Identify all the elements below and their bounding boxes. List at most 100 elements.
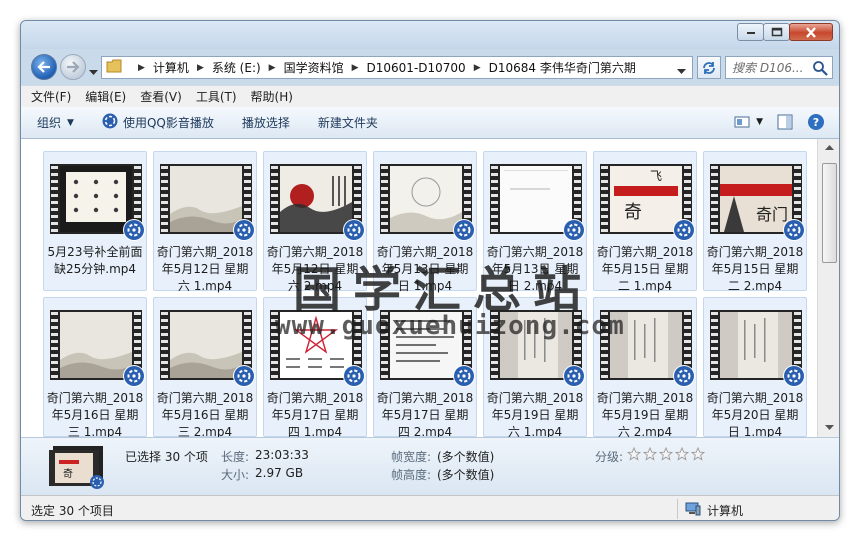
search-input[interactable]: 搜索 D106... bbox=[725, 56, 833, 79]
qq-player-icon bbox=[673, 365, 695, 387]
rating-label: 分级: bbox=[595, 450, 624, 464]
address-bar[interactable]: ▶ 计算机 ▶ 系统 (E:) ▶ 国学资料馆 ▶ D10601-D10700 … bbox=[101, 56, 693, 79]
video-thumbnail bbox=[50, 310, 145, 387]
file-item[interactable]: 奇门第六期_2018 年5月17日 星期四 1.mp4 bbox=[263, 297, 367, 437]
file-item[interactable]: 奇门第六期_2018 年5月19日 星期六 2.mp4 bbox=[593, 297, 697, 437]
video-thumbnail bbox=[380, 310, 475, 387]
scrollbar-thumb[interactable] bbox=[822, 163, 837, 263]
minimize-button[interactable] bbox=[737, 23, 764, 41]
folder-icon bbox=[106, 59, 122, 76]
status-location: 计算机 bbox=[685, 502, 743, 519]
refresh-icon bbox=[703, 61, 715, 74]
menu-help[interactable]: 帮助(H) bbox=[251, 88, 293, 105]
back-button[interactable] bbox=[31, 54, 57, 80]
star-icon[interactable] bbox=[658, 446, 674, 464]
file-item[interactable]: 奇门第六期_2018 年5月19日 星期六 1.mp4 bbox=[483, 297, 587, 437]
refresh-button[interactable] bbox=[697, 56, 721, 79]
star-icon[interactable] bbox=[674, 446, 690, 464]
file-item[interactable]: 奇门第六期_2018 年5月13日 星期日 2.mp4 bbox=[483, 151, 587, 293]
minimize-icon bbox=[746, 32, 755, 34]
star-icon[interactable] bbox=[626, 446, 642, 464]
scroll-down-icon[interactable] bbox=[825, 425, 834, 431]
svg-text:奇: 奇 bbox=[63, 467, 73, 480]
vertical-scrollbar[interactable] bbox=[817, 139, 839, 437]
menu-bar: 文件(F) 编辑(E) 查看(V) 工具(T) 帮助(H) bbox=[21, 85, 839, 107]
help-icon: ? bbox=[808, 114, 824, 130]
play-selection-button[interactable]: 播放选择 bbox=[242, 114, 290, 131]
frame-height-label: 帧高度: bbox=[391, 468, 432, 482]
caption-buttons bbox=[737, 23, 833, 41]
address-history-dropdown[interactable] bbox=[677, 64, 686, 78]
help-button[interactable]: ? bbox=[807, 113, 825, 131]
qq-player-icon bbox=[343, 219, 365, 241]
crumb-separator[interactable]: ▶ bbox=[474, 63, 481, 73]
crumb-current-folder[interactable]: D10684 李伟华奇门第六期 bbox=[489, 59, 636, 76]
preview-pane-button[interactable] bbox=[777, 114, 793, 130]
size-value: 2.97 GB bbox=[255, 466, 304, 480]
file-item[interactable]: 奇门第六期_2018 年5月12日 星期六 1.mp4 bbox=[153, 151, 257, 293]
menu-tools[interactable]: 工具(T) bbox=[196, 88, 237, 105]
star-icon[interactable] bbox=[690, 446, 706, 464]
menu-edit[interactable]: 编辑(E) bbox=[85, 88, 126, 105]
qq-player-icon bbox=[673, 219, 695, 241]
recent-pages-dropdown[interactable] bbox=[89, 65, 98, 79]
chevron-down-icon: ▼ bbox=[67, 117, 74, 128]
forward-button[interactable] bbox=[60, 54, 86, 80]
file-name: 奇门第六期_2018 年5月13日 星期日 2.mp4 bbox=[486, 245, 584, 293]
menu-view[interactable]: 查看(V) bbox=[140, 88, 182, 105]
frame-width-value: (多个数值) bbox=[437, 450, 495, 464]
new-folder-button[interactable]: 新建文件夹 bbox=[318, 114, 378, 131]
crumb-separator[interactable]: ▶ bbox=[138, 63, 145, 73]
maximize-button[interactable] bbox=[763, 23, 790, 41]
video-thumbnail bbox=[600, 310, 695, 387]
crumb-separator[interactable]: ▶ bbox=[352, 63, 359, 73]
qq-player-icon bbox=[233, 219, 255, 241]
crumb-computer[interactable]: 计算机 bbox=[153, 59, 189, 76]
change-view-button[interactable]: ▼ bbox=[734, 115, 763, 129]
file-item[interactable]: 奇门第六期_2018 年5月16日 星期三 1.mp4 bbox=[43, 297, 147, 437]
preview-pane-icon bbox=[777, 114, 793, 130]
search-icon[interactable] bbox=[812, 60, 828, 79]
crumb-separator[interactable]: ▶ bbox=[269, 63, 276, 73]
arrow-left-icon bbox=[37, 61, 50, 73]
file-list-pane[interactable]: 5月23号补全前面 缺25分钟.mp4 奇门第六期_2018 年5月12日 星期六 1… bbox=[21, 139, 817, 437]
star-icon[interactable] bbox=[642, 446, 658, 464]
file-item[interactable]: 奇门第六期_2018 年5月13日 星期日 1.mp4 bbox=[373, 151, 477, 293]
organize-button[interactable]: 组织 ▼ bbox=[37, 114, 74, 131]
qq-player-icon bbox=[123, 365, 145, 387]
file-item[interactable]: 奇门第六期_2018 年5月20日 星期日 1.mp4 bbox=[703, 297, 807, 437]
chevron-down-icon bbox=[89, 70, 98, 75]
file-item[interactable]: 奇飞奇门第六期_2018 年5月15日 星期二 1.mp4 bbox=[593, 151, 697, 293]
qq-player-icon bbox=[453, 219, 475, 241]
scroll-up-icon[interactable] bbox=[825, 145, 834, 151]
qq-player-icon bbox=[123, 219, 145, 241]
file-name: 奇门第六期_2018 年5月17日 星期四 1.mp4 bbox=[266, 391, 364, 437]
length-value: 23:03:33 bbox=[255, 448, 309, 462]
file-item[interactable]: 奇门 奇门第六期_2018 年5月15日 星期二 2.mp4 bbox=[703, 151, 807, 293]
crumb-library[interactable]: 国学资料馆 bbox=[284, 59, 344, 76]
crumb-drive[interactable]: 系统 (E:) bbox=[212, 59, 261, 76]
chevron-down-icon: ▼ bbox=[756, 117, 763, 127]
play-selection-label: 播放选择 bbox=[241, 116, 290, 130]
title-bar[interactable] bbox=[21, 21, 839, 49]
file-item[interactable]: 奇门第六期_2018 年5月16日 星期三 2.mp4 bbox=[153, 297, 257, 437]
computer-icon bbox=[685, 502, 701, 519]
close-icon bbox=[806, 26, 816, 38]
size-label: 大小: bbox=[221, 468, 250, 482]
explorer-window: ▶ 计算机 ▶ 系统 (E:) ▶ 国学资料馆 ▶ D10601-D10700 … bbox=[20, 20, 840, 521]
svg-text:奇: 奇 bbox=[624, 202, 642, 223]
crumb-separator[interactable]: ▶ bbox=[197, 63, 204, 73]
play-qq-button[interactable]: 使用QQ影音播放 bbox=[102, 113, 214, 132]
close-button[interactable] bbox=[789, 23, 833, 41]
qq-player-icon bbox=[783, 365, 805, 387]
video-thumbnail bbox=[160, 164, 255, 241]
length-label: 长度: bbox=[221, 450, 250, 464]
menu-file[interactable]: 文件(F) bbox=[31, 88, 71, 105]
file-item[interactable]: 5月23号补全前面 缺25分钟.mp4 bbox=[43, 151, 147, 291]
file-name: 奇门第六期_2018 年5月17日 星期四 2.mp4 bbox=[376, 391, 474, 437]
file-item[interactable]: 奇门第六期_2018 年5月12日 星期六 2.mp4 bbox=[263, 151, 367, 293]
search-placeholder: 搜索 D106... bbox=[732, 61, 804, 75]
crumb-range-folder[interactable]: D10601-D10700 bbox=[367, 61, 466, 75]
file-item[interactable]: 奇门第六期_2018 年5月17日 星期四 2.mp4 bbox=[373, 297, 477, 437]
rating-stars[interactable] bbox=[626, 446, 707, 464]
